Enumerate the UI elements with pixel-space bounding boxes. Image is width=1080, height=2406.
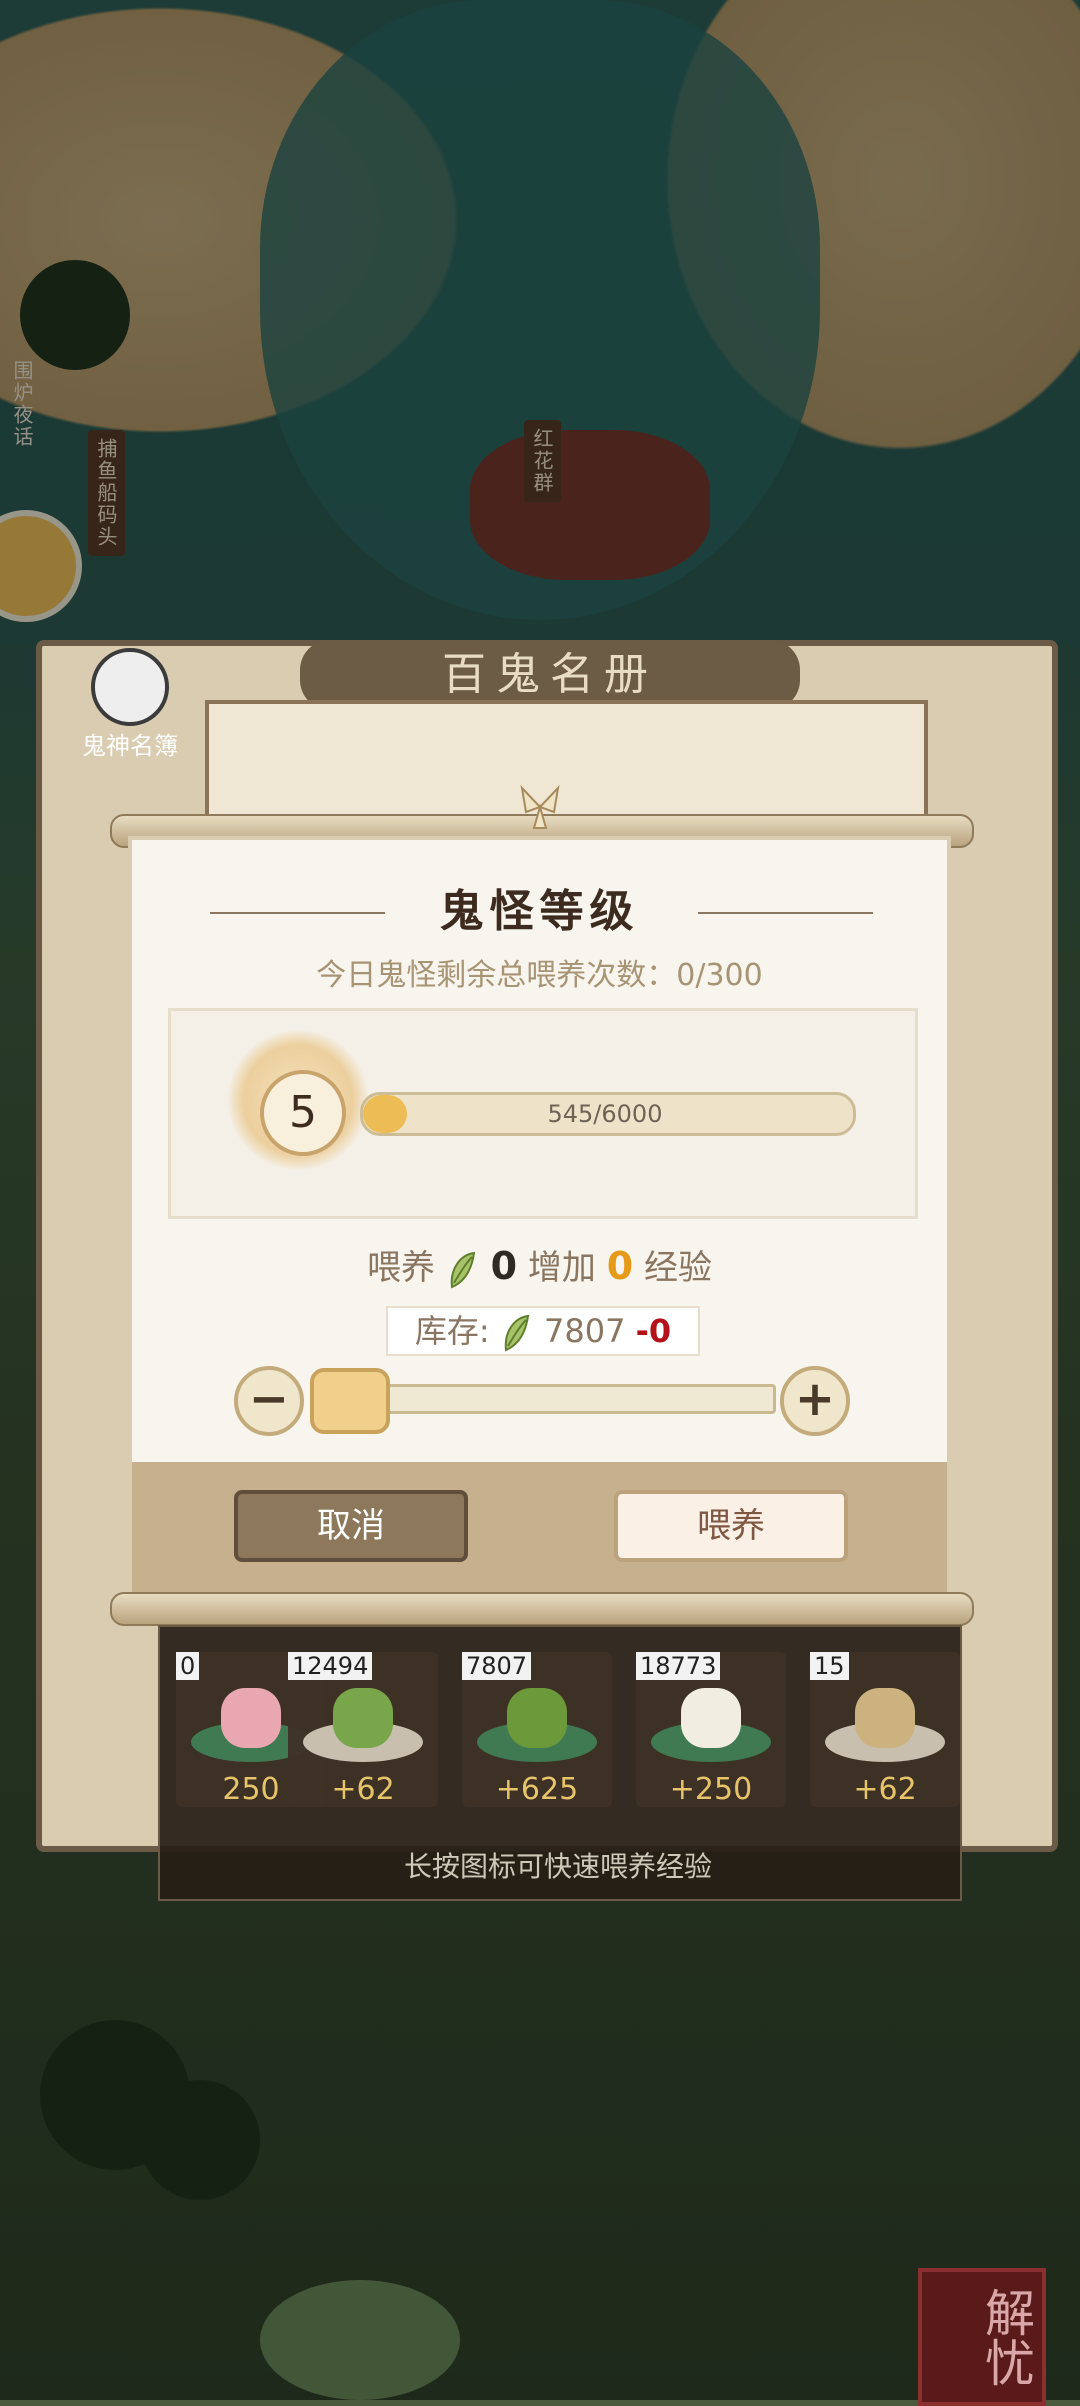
herb-sprig-icon xyxy=(333,1688,393,1748)
stock-display: 库存: 7807 -0 xyxy=(386,1306,700,1356)
xp-text: 545/6000 xyxy=(547,1100,663,1128)
bean-pod-icon xyxy=(500,1312,534,1354)
bean-pod-icon xyxy=(446,1249,480,1291)
exp-gain: 0 xyxy=(606,1244,634,1288)
daily-feed-label: 今日鬼怪剩余总喂养次数： xyxy=(316,958,677,993)
daily-feed-value: 0/300 xyxy=(676,958,763,993)
tray-hint: 长按图标可快速喂养经验 xyxy=(403,1850,712,1883)
scroll-rod-bottom xyxy=(110,1592,974,1626)
stock-value: 7807 xyxy=(543,1312,626,1350)
cancel-button[interactable]: 取消 xyxy=(234,1490,468,1562)
feed-item-count: 18773 xyxy=(636,1652,721,1680)
bean-pod-icon xyxy=(507,1688,567,1748)
slider-handle[interactable] xyxy=(310,1368,390,1434)
swap-icon xyxy=(91,648,169,726)
exp-label: 经验 xyxy=(643,1248,712,1288)
feed-button[interactable]: 喂养 xyxy=(614,1490,848,1562)
level-badge: 5 xyxy=(260,1070,346,1156)
feed-item-count: 0 xyxy=(176,1652,200,1680)
increase-label: 增加 xyxy=(527,1248,596,1288)
feed-label: 喂养 xyxy=(367,1248,436,1288)
feed-amount: 0 xyxy=(490,1244,518,1288)
registry-tag[interactable]: 鬼神名簿 xyxy=(60,648,200,760)
peach-blossom-icon xyxy=(221,1688,281,1748)
stock-label: 库存: xyxy=(414,1312,490,1350)
decrease-button[interactable]: − xyxy=(234,1366,304,1436)
feed-summary: 喂养 0 增加 0 经验 xyxy=(132,1240,947,1291)
increase-button[interactable]: + xyxy=(780,1366,850,1436)
plus-icon: + xyxy=(794,1371,836,1427)
registry-tag-label: 鬼神名簿 xyxy=(82,732,178,760)
dialog-title: 鬼怪等级 xyxy=(439,886,640,937)
feed-item-bonus: +250 xyxy=(669,1772,753,1807)
stock-delta: -0 xyxy=(635,1312,672,1350)
daily-feed-remaining: 今日鬼怪剩余总喂养次数：0/300 xyxy=(132,950,947,994)
minus-icon: − xyxy=(248,1371,290,1427)
feed-item-count: 7807 xyxy=(462,1652,532,1680)
feed-item-count: 12494 xyxy=(288,1652,373,1680)
feed-item-bonus: +62 xyxy=(331,1772,395,1807)
wood-log-icon xyxy=(855,1688,915,1748)
ribbon-knot-icon xyxy=(516,782,564,832)
white-flower-icon xyxy=(681,1688,741,1748)
corner-badge[interactable]: 解忧 xyxy=(918,2268,1046,2406)
feed-item-bonus: +625 xyxy=(495,1772,579,1807)
feed-item-bonus: +62 xyxy=(853,1772,917,1807)
feed-item-count: 15 xyxy=(810,1652,849,1680)
